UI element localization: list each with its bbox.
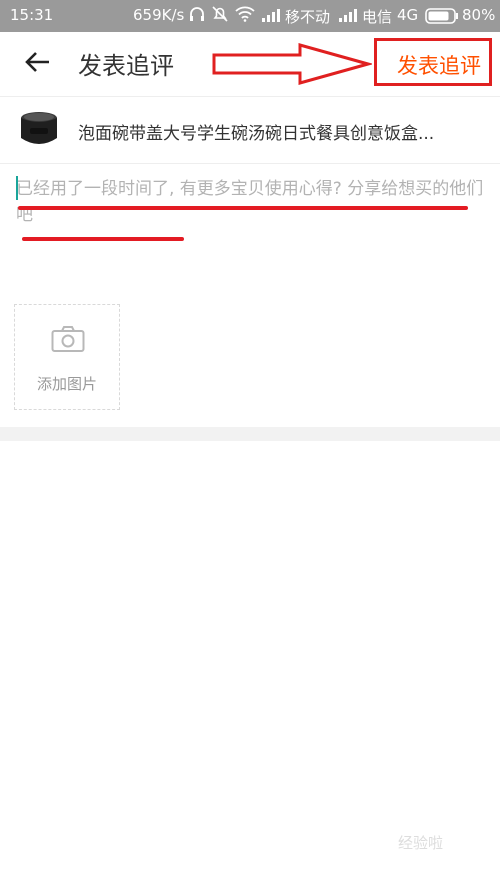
annotation-arrow-icon [212,42,374,90]
battery-percent: 80% [462,6,496,24]
add-photo-label: 添加图片 [36,375,97,393]
battery-icon [425,8,459,28]
submit-review-button[interactable]: 发表追评 [397,50,481,80]
network-type: 4G [397,6,419,24]
camera-icon [51,325,85,357]
wifi-icon [235,6,255,26]
mute-bell-icon [211,5,229,27]
signal-icon [338,8,358,26]
annotation-underline [22,237,184,241]
product-thumbnail [18,110,60,150]
nav-bar: 发表追评 发表追评 [0,32,500,92]
status-bar: 15:31 659K/s 移不动 电信 4G 80% [0,0,500,32]
page-title: 发表追评 [78,52,174,80]
add-photo-button[interactable]: 添加图片 [14,304,120,410]
section-divider [0,427,500,441]
submit-highlight-box: 发表追评 [374,38,492,86]
headset-icon [188,5,206,27]
carrier-name-2: 电信 [362,8,393,26]
text-cursor [16,176,18,200]
status-network-speed: 659K/s [133,6,185,24]
carrier-name-1: 移不动 [285,8,331,26]
status-time: 15:31 [10,6,54,24]
annotation-underline [18,206,468,210]
product-row: 泡面碗带盖大号学生碗汤碗日式餐具创意饭盒... [0,96,500,164]
signal-icon [261,8,281,26]
review-textarea[interactable]: 已经用了一段时间了, 有更多宝贝使用心得? 分享给想买的他们吧 [16,176,484,246]
back-arrow-icon[interactable] [24,48,52,76]
product-title[interactable]: 泡面碗带盖大号学生碗汤碗日式餐具创意饭盒... [78,119,488,144]
watermark: 经验啦 [398,834,444,852]
